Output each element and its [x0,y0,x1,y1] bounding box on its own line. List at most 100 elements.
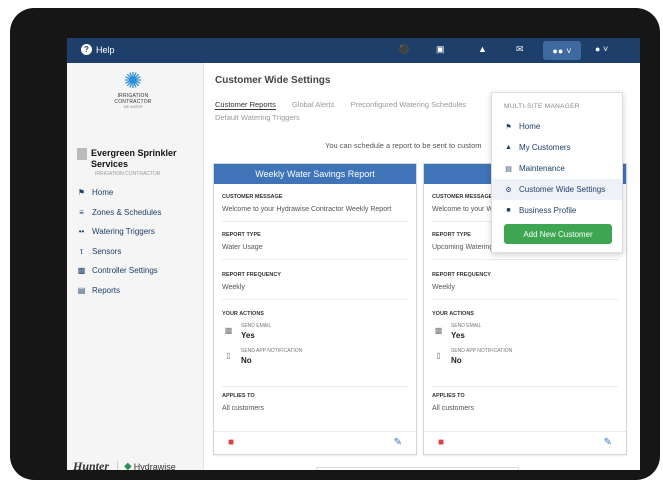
send-email-action: ▩ SEND EMAIL Yes [224,323,272,340]
dropdown-item-customer-wide-settings[interactable]: ⚙ Customer Wide Settings [492,179,622,200]
report-frequency-field: REPORT FREQUENCY Weekly [222,272,408,300]
send-email-action: ▩ SEND EMAIL Yes [434,323,482,340]
sidebar-item-reports[interactable]: ▤ Reports [77,281,161,301]
sidebar-item-sensors[interactable]: τ Sensors [77,242,161,262]
monitor-icon[interactable]: ▣ [436,44,445,55]
field-label: REPORT TYPE [222,232,261,238]
action-value: Yes [241,331,255,340]
sensor-icon: τ [79,246,84,256]
applies-to-field: APPLIES TO All customers [432,386,618,412]
edit-icon[interactable]: ✎ [394,437,402,448]
field-label: REPORT FREQUENCY [432,272,491,278]
multi-site-dropdown: MULTI-SITE MANAGER ⚑ Home ▲ My Customers… [491,92,623,253]
sidebar-item-zones[interactable]: ≡ Zones & Schedules [77,203,161,223]
logo-text: IRRIGATION CONTRACTOR [114,93,152,105]
field-label: APPLIES TO [222,393,255,399]
field-label: YOUR ACTIONS [222,311,264,317]
card-footer: ■ ✎ [424,431,626,454]
company-type: IRRIGATION CONTRACTOR [95,171,161,177]
tab-customer-reports[interactable]: Customer Reports [215,100,276,110]
sidebar-item-home[interactable]: ⚑ Home [77,183,161,203]
divider [222,386,408,387]
report-frequency-field: REPORT FREQUENCY Weekly [432,272,618,300]
field-label: CUSTOMER MESSAGE [222,194,283,200]
sidebar-item-triggers[interactable]: •• Watering Triggers [77,222,161,242]
list-icon: ≡ [79,207,84,217]
action-value: No [451,356,462,365]
briefcase-icon: ■ [506,207,511,214]
hunter-logo: Hunter [73,459,110,470]
action-label: SEND EMAIL [241,323,272,329]
dropdown-item-maintenance[interactable]: ▤ Maintenance [492,158,622,179]
sidebar-item-label: Controller Settings [92,266,158,276]
field-value: Water Usage [222,244,263,251]
divider [432,386,618,387]
dropdown-item-label: Customer Wide Settings [519,185,606,194]
sidebar-item-label: Reports [92,285,121,295]
report-card-title: Weekly Water Savings Report [214,164,416,184]
dropdown-item-label: Business Profile [519,206,577,215]
action-value: No [241,356,252,365]
sidebar: ✺ IRRIGATION CONTRACTOR WE WATER Evergre… [67,63,204,470]
action-value: Yes [451,331,465,340]
thermometer-icon[interactable]: ⚫ [398,44,409,55]
help-label: Help [96,44,115,55]
sidebar-item-controller[interactable]: ▩ Controller Settings [77,261,161,281]
user-icon: ● [595,44,601,54]
dropdown-item-my-customers[interactable]: ▲ My Customers [492,137,622,158]
sidebar-item-label: Home [92,188,114,198]
action-label: SEND APP NOTIFICATION [451,348,513,354]
maintenance-icon: ▤ [505,165,512,173]
field-value: All customers [432,405,475,412]
tab-global-alerts[interactable]: Global Alerts [292,100,335,109]
dropdown-header: MULTI-SITE MANAGER [504,103,580,110]
bell-icon[interactable]: ▲ [478,44,487,54]
company-logo: ✺ IRRIGATION CONTRACTOR WE WATER [99,69,167,111]
home-icon: ⚑ [77,188,86,198]
delete-icon[interactable]: ■ [438,437,444,448]
email-icon: ▩ [224,326,233,335]
sidebar-item-label: Zones & Schedules [92,207,162,217]
flower-logo-icon: ✺ [123,68,143,93]
dropdown-item-label: My Customers [519,143,571,152]
report-card: Weekly Water Savings Report CUSTOMER MES… [213,163,417,455]
dropdown-item-label: Maintenance [519,164,565,173]
chevron-down-icon: ˅ [602,44,609,54]
page-title: Customer Wide Settings [215,75,331,86]
tab-default-triggers[interactable]: Default Watering Triggers [215,113,300,122]
top-bar: ? Help ⚫ ▣ ▲ ✉ ●● ˅ ● ˅ [67,38,640,63]
email-icon: ▩ [434,326,443,335]
reports-icon: ▤ [77,285,86,295]
applies-to-field: APPLIES TO All customers [222,386,408,412]
tabs: Customer Reports Global Alerts Preconfig… [215,100,480,110]
field-value: Welcome to your Hydrawise Contractor Wee… [222,206,392,213]
home-icon: ⚑ [505,123,512,131]
mail-icon[interactable]: ✉ [516,44,524,55]
dropdown-item-home[interactable]: ⚑ Home [492,116,622,137]
dropdown-item-label: Home [519,122,541,131]
field-value: All customers [222,405,265,412]
sidebar-nav: ⚑ Home ≡ Zones & Schedules •• Watering T… [77,183,162,301]
add-report-box[interactable] [316,467,519,470]
divider [432,299,618,300]
company-name: Evergreen Sprinkler Services [77,148,191,170]
divider [222,221,408,222]
field-label: YOUR ACTIONS [432,311,474,317]
actions-label: YOUR ACTIONS [432,311,618,317]
field-value: Weekly [222,284,245,291]
logo-subtext: WE WATER [123,105,143,109]
help-link[interactable]: ? Help [81,44,115,55]
send-app-notification-action: ▯ SEND APP NOTIFICATION No [434,348,512,365]
dropdown-item-business-profile[interactable]: ■ Business Profile [492,200,622,221]
edit-icon[interactable]: ✎ [604,437,612,448]
add-new-customer-button[interactable]: Add New Customer [504,224,612,244]
divider [432,259,618,260]
customer-message-field: CUSTOMER MESSAGE Welcome to your Hydrawi… [222,194,408,222]
phone-icon: ▯ [436,351,441,360]
user-menu-button[interactable]: ● ˅ [595,44,608,54]
delete-icon[interactable]: ■ [228,437,234,448]
tab-preconfigured-schedules[interactable]: Preconfigured Watering Schedules [351,100,467,109]
sidebar-item-label: Sensors [92,246,122,256]
trigger-icon: •• [78,227,85,237]
multi-site-menu-button[interactable]: ●● ˅ [543,41,581,60]
